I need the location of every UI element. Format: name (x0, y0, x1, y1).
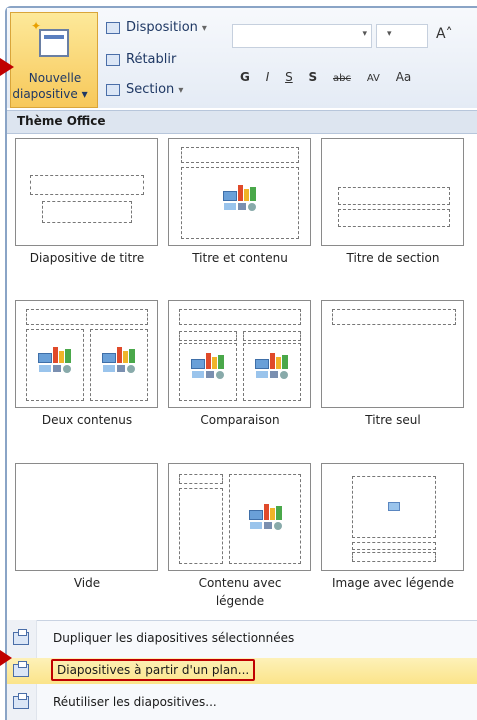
section-button[interactable]: Section ▾ (106, 80, 183, 100)
title-placeholder (26, 309, 148, 325)
layout-thumb-two-content[interactable] (15, 300, 158, 408)
char-spacing-button[interactable]: AV (367, 73, 380, 84)
text-placeholder (338, 209, 450, 227)
title-placeholder (332, 309, 456, 325)
new-slide-dropdown-screenshot: ✦ Nouvelle diapositive ▾ Disposition ▾ Ré… (0, 0, 477, 720)
layout-icon (106, 21, 120, 34)
chevron-down-icon: ▾ (81, 87, 88, 101)
title-placeholder (179, 309, 301, 325)
title-placeholder (338, 187, 450, 205)
content-icons (223, 185, 257, 211)
layout-label: Titre seul (365, 413, 421, 427)
heading-placeholder-left (179, 331, 237, 341)
layout-label: Vide (73, 576, 101, 590)
layout-label: Disposition (126, 20, 198, 35)
slides-from-outline-icon (13, 661, 29, 677)
reuse-slides-icon (13, 693, 29, 709)
menu-item-slides-from-outline[interactable]: Diapositives à partir d'un plan... (7, 658, 477, 684)
gallery-header: Thème Office (7, 110, 477, 134)
layout-label-line1: Contenu avec (198, 576, 282, 590)
layout-label: Comparaison (200, 413, 280, 427)
annotation-arrow-new-slide (0, 58, 14, 76)
shadow-button[interactable]: S (309, 70, 318, 84)
layout-label: Titre de section (346, 251, 440, 265)
annotation-arrow-menu (0, 650, 12, 666)
grow-font-button[interactable]: A˄ (436, 26, 453, 42)
text-placeholder (179, 488, 223, 564)
chevron-down-icon: ▾ (362, 29, 367, 39)
reset-button[interactable]: Rétablir (106, 50, 176, 70)
strikethrough-button[interactable]: abc (333, 73, 351, 84)
layout-thumb-picture-caption[interactable] (321, 463, 464, 571)
picture-icon (388, 502, 400, 511)
layout-thumb-title-only[interactable] (321, 300, 464, 408)
new-slide-icon (39, 29, 69, 57)
format-buttons-row: G I S S abc AV Aa (240, 70, 423, 90)
underline-button[interactable]: S (285, 70, 293, 84)
bold-button[interactable]: G (240, 70, 250, 84)
duplicate-slides-icon (13, 629, 29, 645)
subtitle-placeholder (42, 201, 132, 223)
new-slide-button[interactable]: ✦ Nouvelle diapositive ▾ (10, 12, 98, 108)
chevron-down-icon: ▾ (178, 85, 184, 96)
new-slide-label-line1: Nouvelle (28, 71, 82, 85)
italic-button[interactable]: I (266, 70, 270, 84)
layout-label-line2: légende (215, 594, 265, 608)
font-name-select[interactable]: ▾ (232, 24, 372, 48)
content-icons (249, 504, 283, 530)
layout-thumb-comparison[interactable] (168, 300, 311, 408)
heading-placeholder-right (243, 331, 301, 341)
layout-thumb-blank[interactable] (15, 463, 158, 571)
section-icon (106, 83, 120, 96)
content-icons (38, 347, 72, 373)
layout-label: Image avec légende (332, 576, 454, 590)
layout-label: Diapositive de titre (29, 251, 145, 265)
layout-thumb-section-header[interactable] (321, 138, 464, 246)
layout-label: Titre et contenu (192, 251, 288, 265)
layout-thumb-content-caption[interactable] (168, 463, 311, 571)
layout-thumb-title-content[interactable] (168, 138, 311, 246)
content-icons (191, 353, 225, 379)
title-placeholder (181, 147, 299, 163)
title-placeholder (30, 175, 144, 195)
content-icons (102, 347, 136, 373)
menu-item-label: Dupliquer les diapositives sélectionnées (53, 631, 295, 645)
menu-item-reuse-slides[interactable]: Réutiliser les diapositives... (7, 690, 477, 716)
title-placeholder (352, 542, 436, 550)
reset-label: Rétablir (126, 52, 177, 67)
font-size-select[interactable]: ▾ (376, 24, 428, 48)
reset-icon (106, 53, 120, 66)
content-icons (255, 353, 289, 379)
menu-item-label: Réutiliser les diapositives... (53, 695, 217, 709)
section-label: Section (126, 82, 175, 97)
chevron-down-icon: ▾ (201, 23, 207, 34)
new-slide-label-line2: diapositive ▾ (1, 87, 99, 102)
text-placeholder (352, 552, 436, 562)
title-placeholder (179, 474, 223, 484)
menu-item-label: Diapositives à partir d'un plan... (51, 659, 256, 681)
layout-label: Deux contenus (41, 413, 133, 427)
layout-button[interactable]: Disposition ▾ (106, 18, 207, 38)
theme-title: Thème Office (17, 114, 106, 128)
menu-item-duplicate-slides[interactable]: Dupliquer les diapositives sélectionnées (7, 626, 477, 652)
layout-thumb-title-slide[interactable] (15, 138, 158, 246)
change-case-button[interactable]: Aa (396, 70, 412, 84)
chevron-down-icon: ▾ (387, 29, 392, 39)
new-slide-label-text: diapositive (12, 87, 78, 101)
